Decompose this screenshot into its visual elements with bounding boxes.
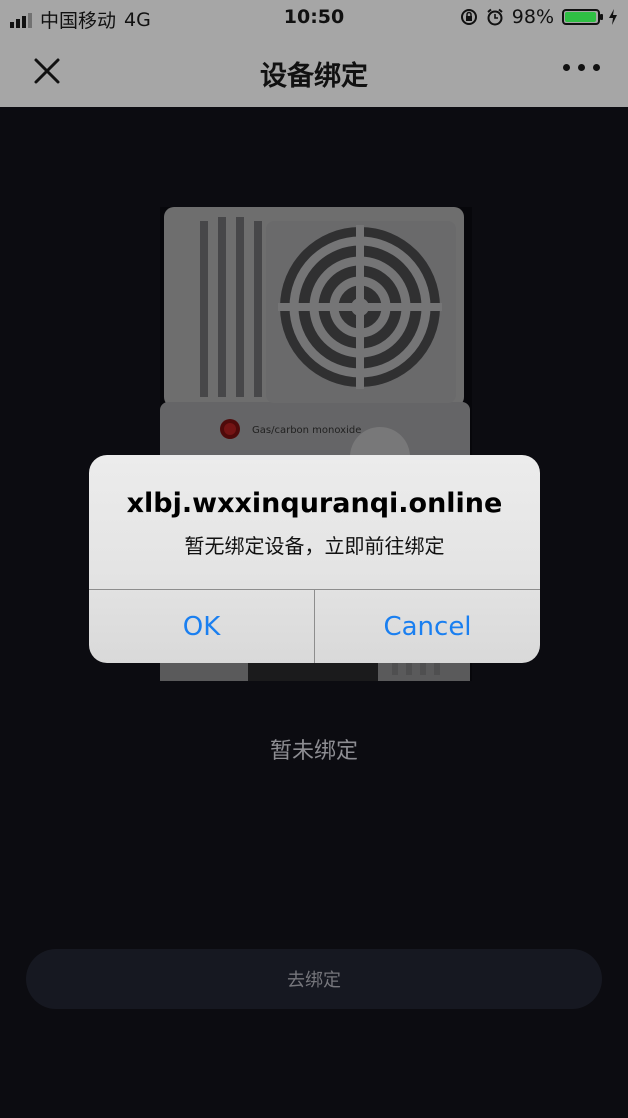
cancel-button[interactable]: Cancel bbox=[315, 590, 540, 663]
more-icon[interactable] bbox=[563, 64, 600, 71]
alert-dialog: xlbj.wxxinquranqi.online 暂无绑定设备，立即前往绑定 O… bbox=[89, 455, 540, 663]
charging-icon bbox=[609, 9, 617, 25]
alert-message: 暂无绑定设备，立即前往绑定 bbox=[184, 534, 445, 558]
status-right: 98% bbox=[460, 6, 618, 28]
alert-title: xlbj.wxxinquranqi.online bbox=[126, 488, 503, 519]
bind-button[interactable]: 去绑定 bbox=[26, 949, 602, 1009]
screen: 中国移动 4G 10:50 98% 设备绑定 Gas/carbon monoxi… bbox=[0, 0, 628, 1118]
alarm-icon bbox=[487, 8, 503, 26]
binding-status-text: 暂未绑定 bbox=[269, 739, 358, 764]
battery-icon bbox=[562, 9, 603, 25]
rotation-lock-icon bbox=[460, 9, 477, 25]
status-bar: 中国移动 4G 10:50 98% bbox=[0, 0, 628, 34]
ok-button[interactable]: OK bbox=[89, 590, 314, 663]
nav-bar: 设备绑定 bbox=[0, 34, 628, 107]
page-title: 设备绑定 bbox=[260, 61, 368, 92]
battery-percent: 98% bbox=[511, 6, 554, 28]
